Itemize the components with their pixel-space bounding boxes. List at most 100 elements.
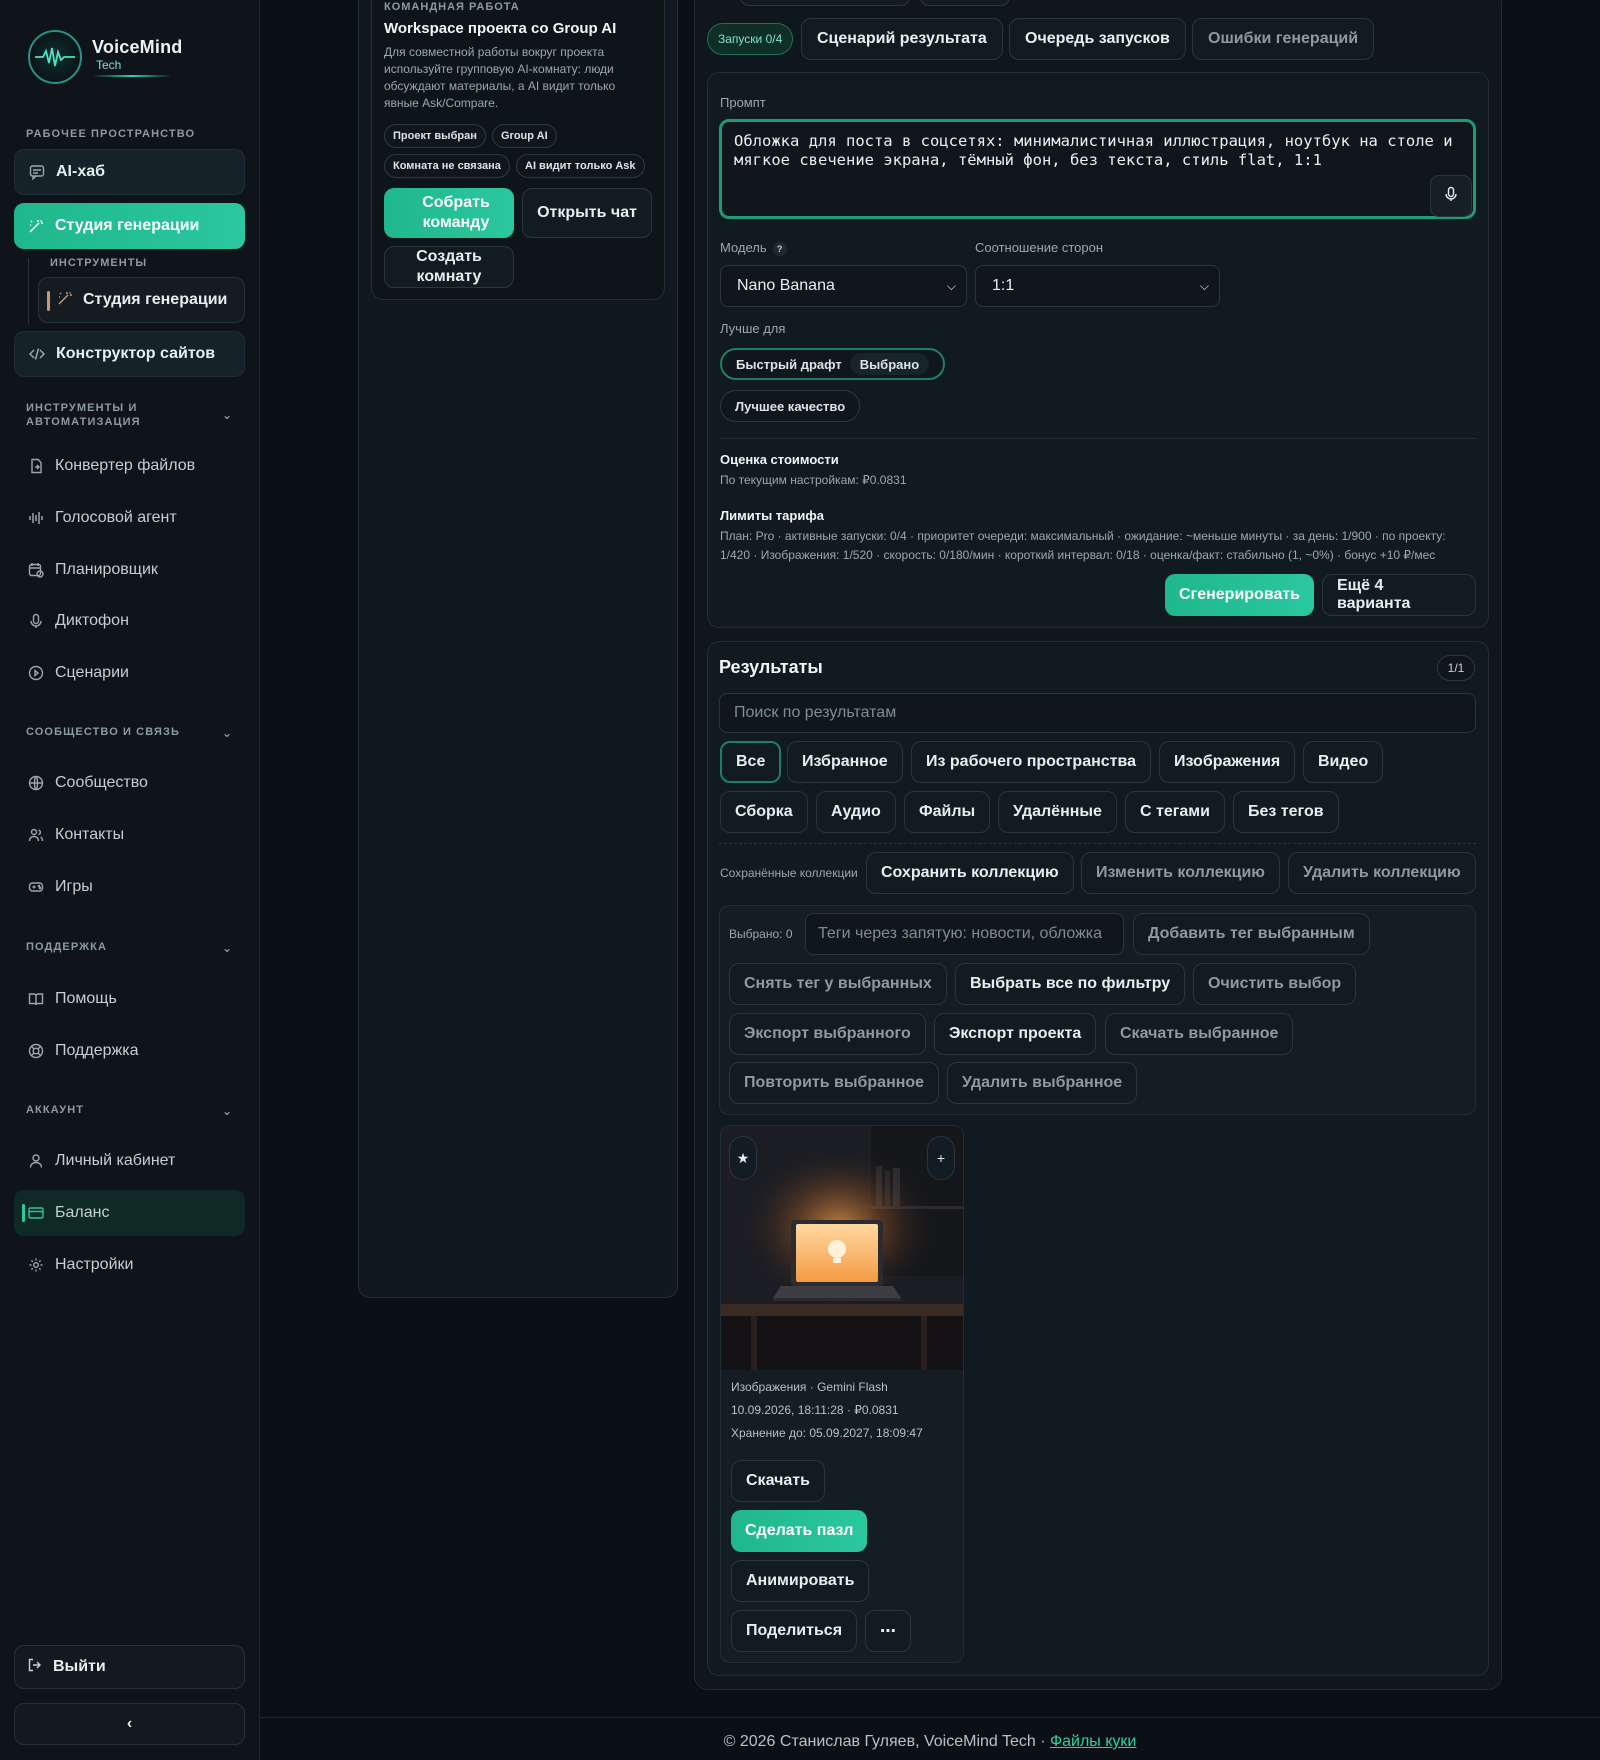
section-community[interactable]: Сообщество и связь ⌄ — [26, 726, 236, 740]
open-chat-button[interactable]: Открыть чат — [522, 188, 652, 238]
results-search-input[interactable]: Поиск по результатам — [719, 693, 1476, 733]
save-collection-button[interactable]: Сохранить коллекцию — [866, 852, 1074, 894]
sidebar-item-dictaphone[interactable]: Диктофон — [14, 598, 245, 644]
sidebar-item-support[interactable]: Поддержка — [14, 1028, 245, 1074]
top-tab-stub[interactable] — [920, 0, 1010, 6]
sidebar-item-ai-hub[interactable]: AI-хаб — [14, 149, 245, 195]
assemble-team-button[interactable]: Собрать команду — [384, 188, 514, 238]
sidebar-item-contacts[interactable]: Контакты — [14, 812, 245, 858]
lifebuoy-icon — [27, 1042, 45, 1060]
create-room-button[interactable]: Создать комнату — [384, 246, 514, 288]
download-button[interactable]: Скачать — [731, 1460, 825, 1502]
sidebar-item-label: Планировщик — [55, 561, 158, 578]
chip-room-not-linked: Комната не связана — [384, 154, 510, 178]
results-count-badge: 1/1 — [1437, 655, 1475, 681]
sidebar-item-label: Контакты — [55, 826, 125, 843]
team-title: Workspace проекта со Group AI — [384, 20, 617, 37]
sidebar-item-scheduler[interactable]: Планировщик — [14, 547, 245, 593]
clear-selection-button[interactable]: Очистить выбор — [1193, 963, 1357, 1005]
export-project-button[interactable]: Экспорт проекта — [934, 1013, 1097, 1055]
section-support[interactable]: Поддержка ⌄ — [26, 941, 236, 955]
delete-selected-button[interactable]: Удалить выбранное — [947, 1062, 1138, 1104]
filter-build[interactable]: Сборка — [720, 791, 808, 833]
prompt-label: Промпт — [720, 95, 766, 110]
download-selected-button[interactable]: Скачать выбранное — [1105, 1013, 1294, 1055]
edit-collection-button[interactable]: Изменить коллекцию — [1081, 852, 1280, 894]
users-icon — [27, 826, 45, 844]
logout-button[interactable]: Выйти — [14, 1645, 245, 1689]
sidebar-item-settings[interactable]: Настройки — [14, 1242, 245, 1288]
generate-button[interactable]: Сгенерировать — [1165, 574, 1314, 616]
model-select[interactable]: Nano Banana ⌵ — [720, 265, 967, 307]
filter-images[interactable]: Изображения — [1159, 741, 1296, 783]
filter-deleted[interactable]: Удалённые — [998, 791, 1117, 833]
add-to-collection-button[interactable]: + — [927, 1136, 955, 1180]
aspect-select[interactable]: 1:1 ⌵ — [975, 265, 1220, 307]
filter-workspace[interactable]: Из рабочего пространства — [911, 741, 1152, 783]
chevron-down-icon: ⌄ — [222, 941, 234, 955]
best-quality-option[interactable]: Лучшее качество — [720, 390, 861, 422]
sidebar-item-studio[interactable]: Студия генерации — [14, 203, 245, 249]
tab-run-queue[interactable]: Очередь запусков — [1009, 18, 1186, 60]
sidebar-item-file-converter[interactable]: Конвертер файлов — [14, 443, 245, 489]
divider — [720, 438, 1476, 439]
sidebar-item-help[interactable]: Помощь — [14, 976, 245, 1022]
more-variants-button[interactable]: Ещё 4 варианта — [1322, 574, 1476, 616]
prompt-textarea[interactable]: Обложка для поста в соцсетях: минималист… — [719, 119, 1476, 219]
more-options-button[interactable]: ⋯ — [865, 1610, 911, 1652]
sidebar-item-games[interactable]: Игры — [14, 864, 245, 910]
sidebar-item-cabinet[interactable]: Личный кабинет — [14, 1138, 245, 1184]
animate-button[interactable]: Анимировать — [731, 1560, 870, 1602]
filter-files[interactable]: Файлы — [904, 791, 991, 833]
logo[interactable]: VoiceMind Tech — [28, 30, 182, 84]
select-all-button[interactable]: Выбрать все по фильтру — [955, 963, 1186, 1005]
sidebar-item-label: Поддержка — [55, 1042, 139, 1059]
filter-video[interactable]: Видео — [1303, 741, 1384, 783]
sidebar-item-balance[interactable]: Баланс — [14, 1190, 245, 1236]
add-tag-button[interactable]: Добавить тег выбранным — [1133, 913, 1370, 955]
help-icon[interactable]: ? — [772, 241, 787, 256]
chat-icon — [28, 163, 46, 181]
share-button[interactable]: Поделиться — [731, 1610, 858, 1652]
tags-input[interactable]: Теги через запятую: новости, обложка — [805, 913, 1124, 955]
cookies-link[interactable]: Файлы куки — [1050, 1733, 1136, 1750]
chevron-down-icon: ⌄ — [222, 726, 234, 740]
best-fast-option[interactable]: Быстрый драфт Выбрано — [720, 348, 946, 380]
section-account[interactable]: Аккаунт ⌄ — [26, 1104, 236, 1118]
collapse-sidebar-button[interactable]: ‹ — [14, 1703, 245, 1745]
credit-card-icon — [27, 1204, 45, 1222]
subsection-tools: ИНСТРУМЕНТЫ — [50, 257, 148, 269]
logo-sub: Tech — [96, 57, 122, 72]
sidebar-item-label: Конвертер файлов — [55, 457, 196, 474]
play-circle-icon — [27, 664, 45, 682]
delete-collection-button[interactable]: Удалить коллекцию — [1288, 852, 1476, 894]
sidebar-item-label: Студия генерации — [55, 217, 200, 234]
tab-generation-errors[interactable]: Ошибки генераций — [1192, 18, 1375, 60]
filter-audio[interactable]: Аудио — [816, 791, 896, 833]
sidebar-item-community[interactable]: Сообщество — [14, 760, 245, 806]
globe-icon — [27, 774, 45, 792]
sidebar-item-scenarios[interactable]: Сценарии — [14, 650, 245, 696]
team-description: Для совместной работы вокруг проекта исп… — [384, 45, 616, 110]
filter-without-tags[interactable]: Без тегов — [1233, 791, 1339, 833]
remove-tag-button[interactable]: Снять тег у выбранных — [729, 963, 947, 1005]
tab-result-scenario[interactable]: Сценарий результата — [801, 18, 1003, 60]
make-puzzle-button[interactable]: Сделать пазл — [731, 1510, 868, 1552]
voice-input-button[interactable] — [1430, 175, 1472, 217]
sidebar-subitem-studio[interactable]: Студия генерации — [38, 277, 245, 323]
calendar-clock-icon — [27, 561, 45, 579]
export-selected-button[interactable]: Экспорт выбранного — [729, 1013, 926, 1055]
book-icon — [27, 990, 45, 1008]
top-tab-stub[interactable] — [740, 0, 910, 6]
footer-divider — [260, 1717, 1600, 1718]
repeat-selected-button[interactable]: Повторить выбранное — [729, 1062, 940, 1104]
selected-badge: Выбрано — [849, 353, 930, 375]
sidebar-item-voice-agent[interactable]: Голосовой агент — [14, 495, 245, 541]
filter-favorites[interactable]: Избранное — [787, 741, 903, 783]
filter-with-tags[interactable]: С тегами — [1125, 791, 1225, 833]
section-automation[interactable]: Инструменты и автоматизация ⌄ — [26, 401, 232, 429]
favorite-star-button[interactable]: ★ — [729, 1136, 757, 1180]
limits-line-2: 1/420 · Изображения: 1/520 · скорость: 0… — [720, 548, 1436, 562]
filter-all[interactable]: Все — [720, 741, 782, 783]
sidebar-item-site-builder[interactable]: Конструктор сайтов — [14, 331, 245, 377]
